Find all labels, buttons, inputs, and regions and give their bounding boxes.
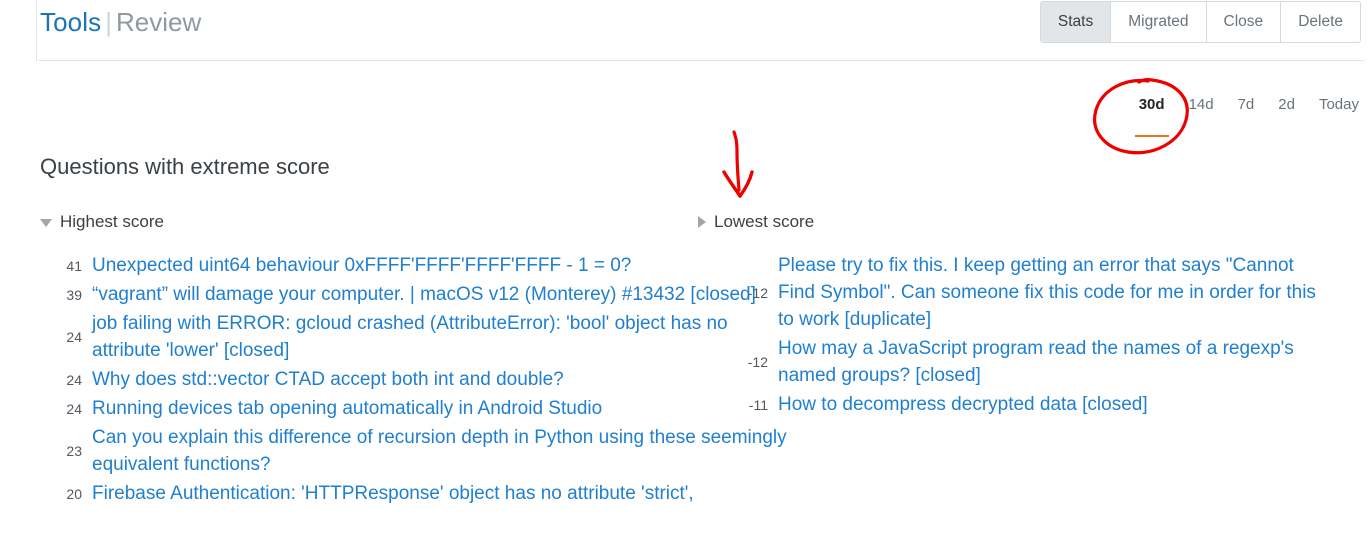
close-button[interactable]: Close — [1205, 2, 1281, 42]
period-filter-tabs: 30d 14d 7d 2d Today — [1134, 96, 1359, 137]
lowest-score-column: Lowest score -12 Please try to fix this.… — [698, 212, 1369, 420]
period-tab-today[interactable]: Today — [1319, 96, 1359, 117]
stats-button[interactable]: Stats — [1040, 2, 1111, 42]
question-score: -12 — [747, 284, 768, 301]
question-link[interactable]: “vagrant” will damage your computer. | m… — [92, 281, 756, 308]
highest-score-label: Highest score — [60, 212, 164, 231]
period-tab-30d[interactable]: 30d — [1134, 96, 1169, 137]
question-score: 24 — [66, 371, 82, 388]
question-link[interactable]: Firebase Authentication: 'HTTPResponse' … — [92, 480, 694, 507]
question-link[interactable]: Why does std::vector CTAD accept both in… — [92, 366, 564, 393]
page-title: Questions with extreme score — [40, 154, 330, 179]
question-score: 23 — [66, 443, 82, 459]
list-item: -12 How may a JavaScript program read th… — [698, 335, 1369, 389]
question-score: -11 — [748, 396, 768, 413]
question-score: 20 — [66, 485, 82, 502]
migrated-button[interactable]: Migrated — [1110, 2, 1206, 42]
page-header: Tools | Review Stats Migrated Close Delete — [38, 0, 1365, 61]
question-score: -12 — [747, 354, 768, 370]
list-item: 23 Can you explain this difference of re… — [40, 424, 820, 478]
period-tab-2d[interactable]: 2d — [1278, 96, 1295, 117]
header-action-button-group: Stats Migrated Close Delete — [1039, 1, 1361, 43]
question-link[interactable]: Can you explain this difference of recur… — [92, 424, 792, 478]
list-item: 20 Firebase Authentication: 'HTTPRespons… — [40, 480, 820, 507]
lowest-score-toggle[interactable]: Lowest score — [698, 212, 1369, 232]
question-link[interactable]: How to decompress decrypted data [closed… — [778, 391, 1148, 418]
question-link[interactable]: Please try to fix this. I keep getting a… — [778, 252, 1318, 333]
lowest-score-list: -12 Please try to fix this. I keep getti… — [698, 252, 1369, 418]
breadcrumb: Tools | Review — [40, 6, 201, 38]
question-link[interactable]: Running devices tab opening automaticall… — [92, 395, 602, 422]
left-rail-divider — [36, 0, 37, 61]
question-score: 24 — [66, 400, 82, 417]
question-score: 39 — [66, 286, 82, 303]
chevron-right-icon — [698, 216, 706, 228]
period-tab-14d[interactable]: 14d — [1189, 96, 1214, 117]
list-item: -11 How to decompress decrypted data [cl… — [698, 391, 1369, 418]
question-score: 24 — [66, 329, 82, 345]
review-stats-page: Tools | Review Stats Migrated Close Delete… — [0, 0, 1369, 554]
delete-button[interactable]: Delete — [1280, 2, 1360, 42]
question-link[interactable]: job failing with ERROR: gcloud crashed (… — [92, 310, 792, 364]
breadcrumb-separator: | — [105, 7, 112, 37]
annotation-arrow-to-lowest-score — [722, 130, 754, 198]
question-score: 41 — [66, 257, 82, 274]
lowest-score-label: Lowest score — [714, 212, 815, 231]
breadcrumb-review: Review — [115, 7, 202, 37]
chevron-down-icon — [40, 219, 52, 227]
annotation-circle-around-30d — [1093, 78, 1189, 155]
question-link[interactable]: Unexpected uint64 behaviour 0xFFFF'FFFF'… — [92, 252, 631, 279]
period-tab-7d[interactable]: 7d — [1238, 96, 1255, 117]
breadcrumb-tools-link[interactable]: Tools — [40, 7, 101, 37]
list-item: -12 Please try to fix this. I keep getti… — [698, 252, 1369, 333]
question-link[interactable]: How may a JavaScript program read the na… — [778, 335, 1318, 389]
